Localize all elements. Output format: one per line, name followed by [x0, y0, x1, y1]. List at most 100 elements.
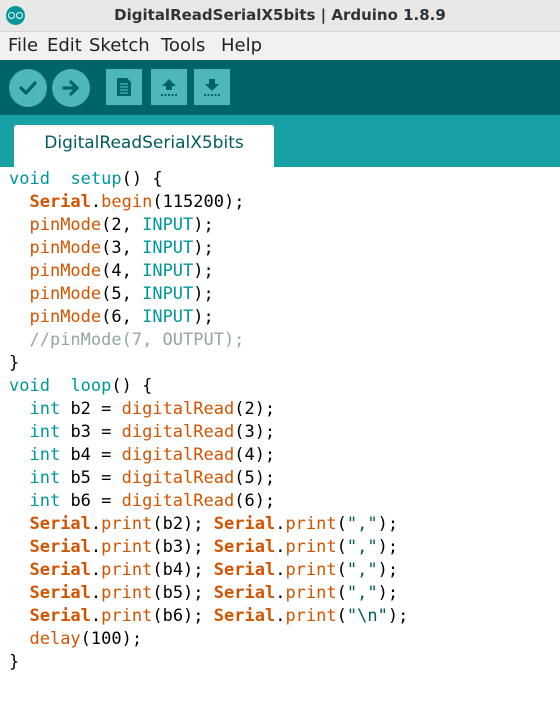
- code-token: print: [285, 606, 337, 626]
- check-icon: [19, 81, 37, 95]
- tab-bar: DigitalReadSerialX5bits: [0, 115, 560, 167]
- code-line[interactable]: }: [9, 651, 408, 674]
- code-token: );: [193, 284, 214, 304]
- code-text[interactable]: void setup() { Serial.begin(115200); pin…: [9, 168, 408, 674]
- code-token: (: [336, 606, 347, 626]
- code-line[interactable]: //pinMode(7, OUTPUT);: [9, 329, 408, 352]
- code-token: ",": [346, 537, 378, 557]
- code-token: b2 =: [60, 399, 122, 419]
- code-token: (6,: [101, 307, 143, 327]
- code-token: .: [275, 537, 286, 557]
- menu-tools[interactable]: Tools: [161, 35, 205, 56]
- code-line[interactable]: void loop() {: [9, 375, 408, 398]
- code-token: int: [29, 399, 61, 419]
- code-token: .: [90, 560, 102, 580]
- menu-edit[interactable]: Edit: [47, 35, 82, 56]
- code-token: (5,: [101, 284, 143, 304]
- code-token: Serial: [29, 606, 91, 626]
- code-line[interactable]: Serial.print(b5); Serial.print(",");: [9, 582, 408, 605]
- tab-label: DigitalReadSerialX5bits: [44, 133, 244, 153]
- code-line[interactable]: int b2 = digitalRead(2);: [9, 398, 408, 421]
- code-line[interactable]: Serial.print(b3); Serial.print(",");: [9, 536, 408, 559]
- open-button[interactable]: [151, 69, 187, 105]
- code-token: pinMode: [29, 284, 102, 304]
- code-token: (2,: [101, 215, 143, 235]
- code-line[interactable]: Serial.print(b6); Serial.print("\n");: [9, 605, 408, 628]
- code-token: Serial: [29, 560, 91, 580]
- code-line[interactable]: pinMode(4, INPUT);: [9, 260, 408, 283]
- code-token: print: [285, 560, 337, 580]
- menu-sketch[interactable]: Sketch: [89, 35, 150, 56]
- verify-button[interactable]: [9, 69, 47, 107]
- code-token: (5);: [234, 468, 276, 488]
- upload-button[interactable]: [52, 69, 90, 107]
- code-line[interactable]: delay(100);: [9, 628, 408, 651]
- code-token: Serial: [29, 583, 91, 603]
- code-line[interactable]: pinMode(5, INPUT);: [9, 283, 408, 306]
- code-token: INPUT: [142, 238, 194, 258]
- code-line[interactable]: void setup() {: [9, 168, 408, 191]
- code-token: INPUT: [142, 261, 194, 281]
- code-line[interactable]: int b6 = digitalRead(6);: [9, 490, 408, 513]
- code-token: int: [29, 468, 61, 488]
- code-token: );: [377, 514, 399, 534]
- code-token: .: [90, 606, 102, 626]
- code-line[interactable]: Serial.print(b2); Serial.print(",");: [9, 513, 408, 536]
- menu-bar: File Edit Sketch Tools Help: [0, 32, 560, 60]
- code-token: (: [336, 537, 347, 557]
- code-line[interactable]: int b4 = digitalRead(4);: [9, 444, 408, 467]
- code-token: (2);: [234, 399, 276, 419]
- code-editor[interactable]: void setup() { Serial.begin(115200); pin…: [0, 167, 560, 710]
- menu-file[interactable]: File: [8, 35, 38, 56]
- arrow-right-icon: [62, 80, 79, 96]
- open-up-arrow-icon: [161, 79, 177, 96]
- code-line[interactable]: Serial.begin(115200);: [9, 191, 408, 214]
- code-token: .: [90, 192, 102, 212]
- new-file-icon: [117, 78, 131, 96]
- code-line[interactable]: }: [9, 352, 408, 375]
- code-token: Serial: [213, 583, 276, 603]
- code-token: pinMode: [29, 261, 102, 281]
- code-line[interactable]: pinMode(2, INPUT);: [9, 214, 408, 237]
- save-button[interactable]: [194, 69, 230, 105]
- code-token: digitalRead: [121, 445, 235, 465]
- code-token: (b3);: [152, 537, 214, 557]
- code-token: ",": [346, 514, 378, 534]
- tab-sketch[interactable]: DigitalReadSerialX5bits: [14, 125, 274, 167]
- code-token: Serial: [29, 192, 91, 212]
- code-token: digitalRead: [121, 422, 235, 442]
- code-token: print: [285, 514, 337, 534]
- code-token: (b6);: [152, 606, 214, 626]
- code-token: int: [29, 491, 61, 511]
- code-token: }: [9, 353, 20, 373]
- menu-help[interactable]: Help: [221, 35, 262, 56]
- code-line[interactable]: pinMode(3, INPUT);: [9, 237, 408, 260]
- code-token: (: [336, 583, 347, 603]
- code-line[interactable]: int b3 = digitalRead(3);: [9, 421, 408, 444]
- code-token: print: [101, 583, 153, 603]
- code-token: "\n": [346, 606, 388, 626]
- code-line[interactable]: pinMode(6, INPUT);: [9, 306, 408, 329]
- code-token: );: [387, 606, 409, 626]
- new-button[interactable]: [106, 69, 142, 105]
- code-token: Serial: [213, 514, 276, 534]
- code-token: Serial: [213, 606, 276, 626]
- code-token: begin: [101, 192, 153, 212]
- code-token: void: [9, 376, 50, 396]
- code-line[interactable]: int b5 = digitalRead(5);: [9, 467, 408, 490]
- code-token: (115200);: [152, 192, 245, 212]
- code-line[interactable]: Serial.print(b4); Serial.print(",");: [9, 559, 408, 582]
- save-down-arrow-icon: [204, 79, 220, 96]
- code-token: print: [101, 560, 153, 580]
